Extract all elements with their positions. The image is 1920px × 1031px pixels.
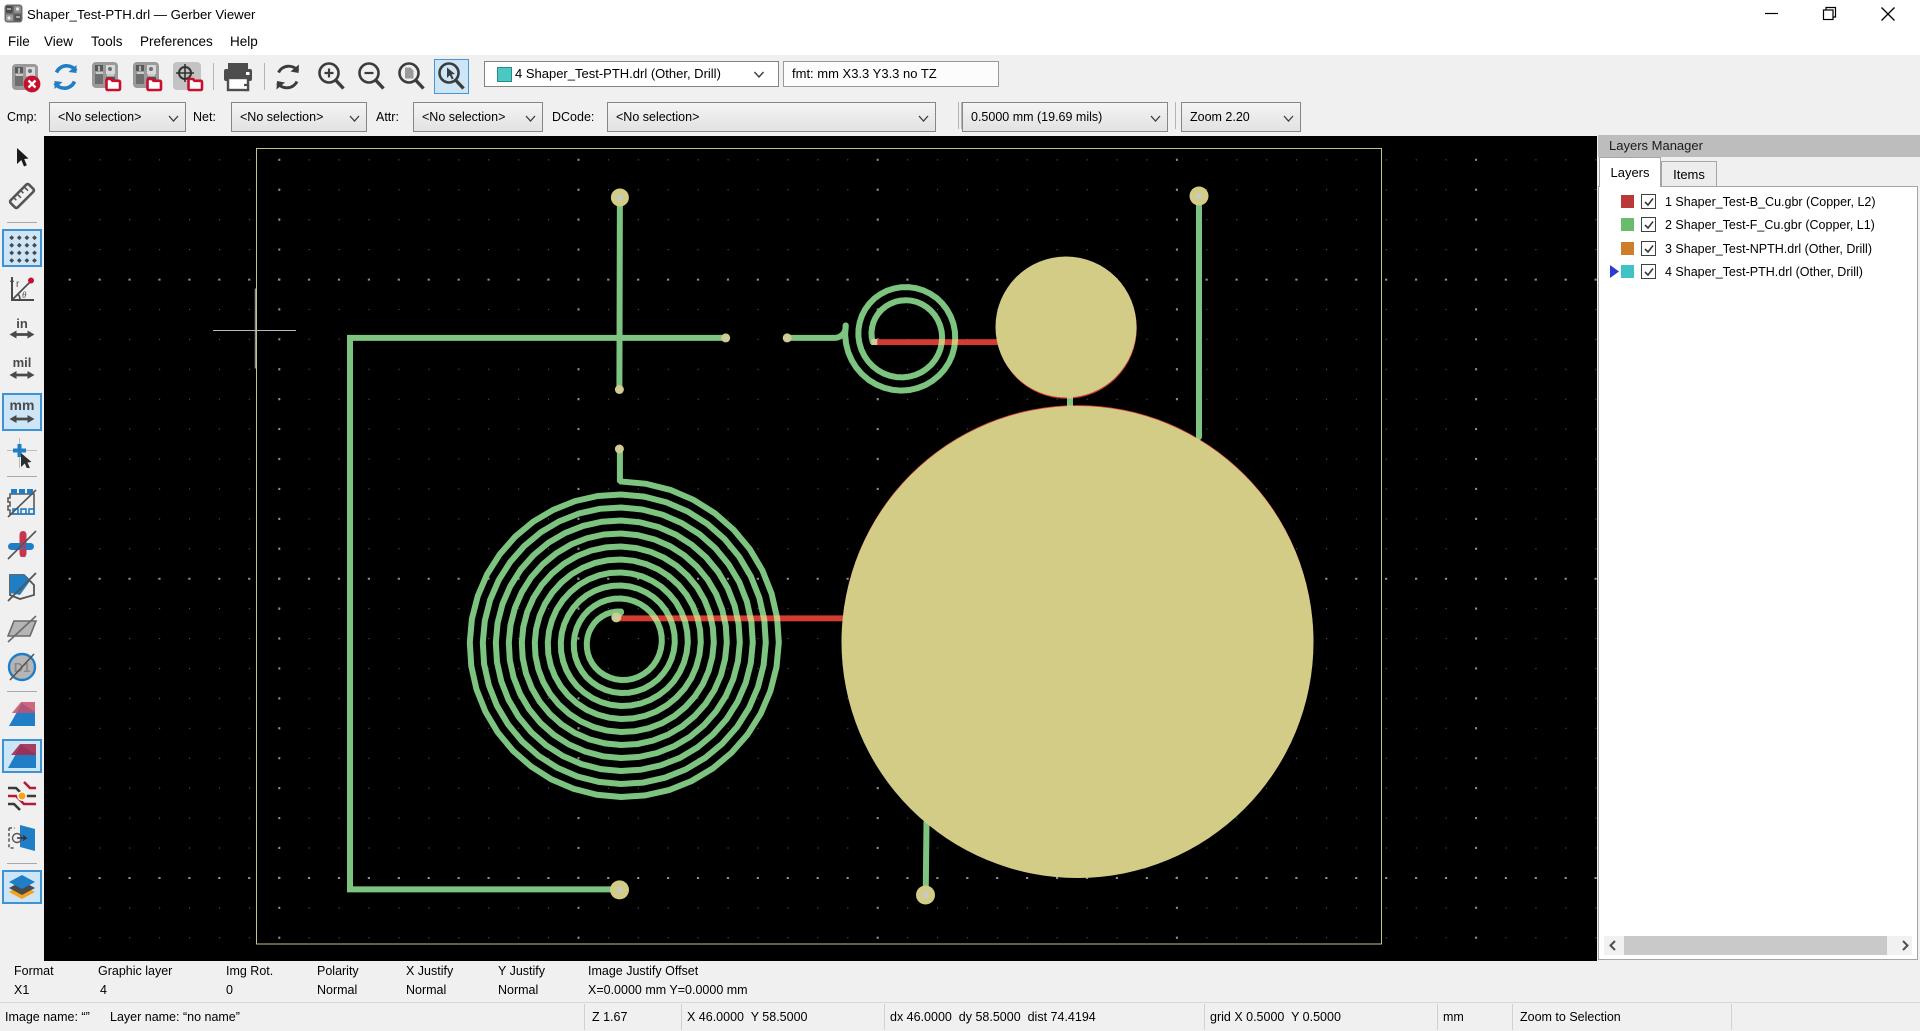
svg-text:r: r (16, 279, 20, 290)
svg-text:mm: mm (10, 397, 35, 413)
svg-text:θ: θ (22, 290, 27, 300)
svg-text:in: in (16, 317, 28, 331)
svg-text:mil: mil (13, 355, 32, 370)
